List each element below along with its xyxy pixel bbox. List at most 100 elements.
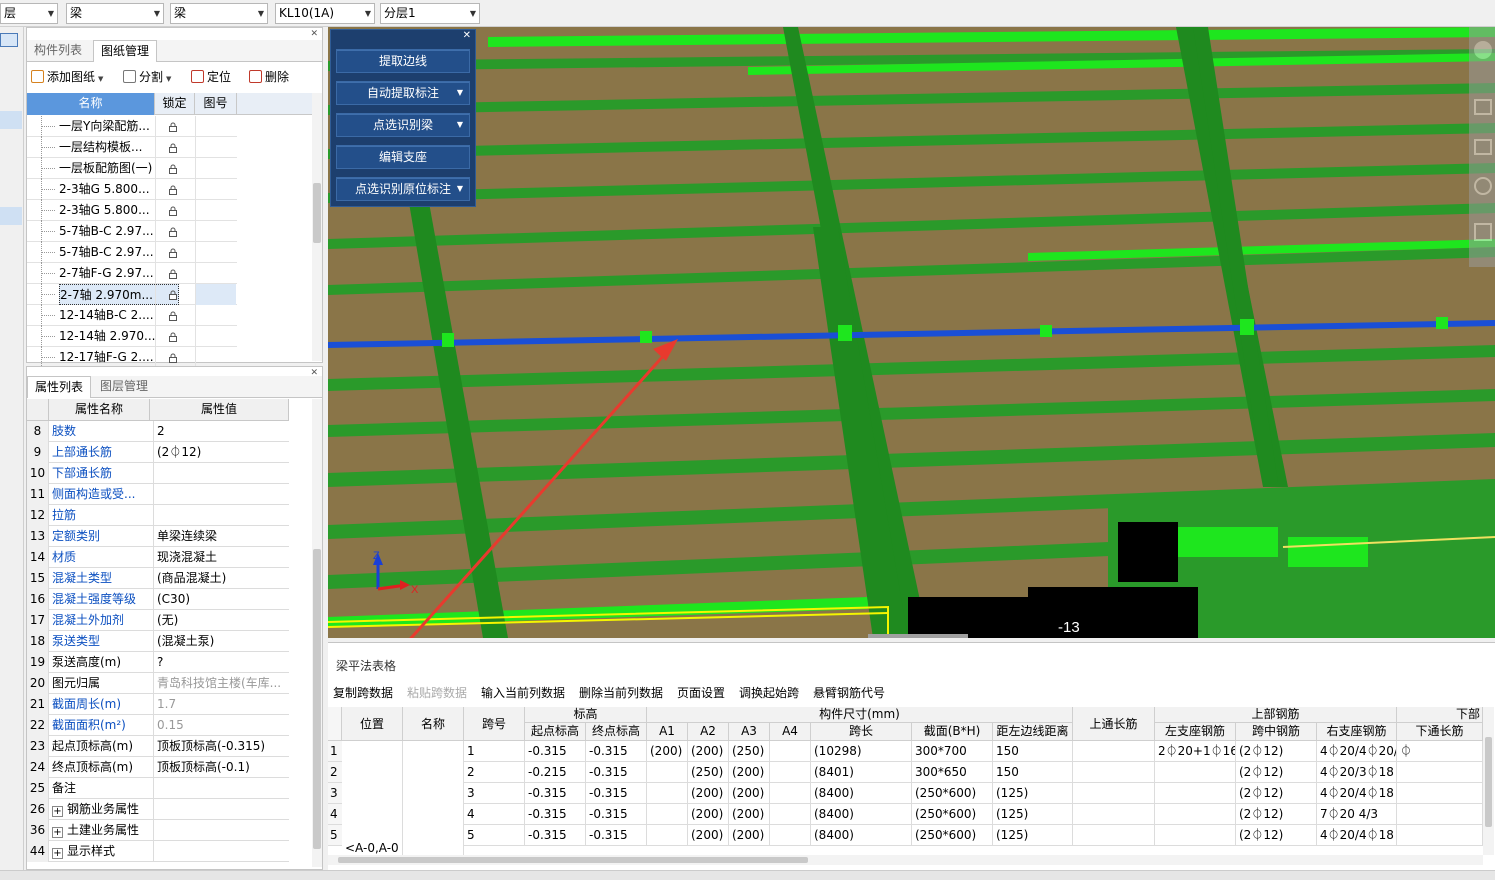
lock-icon[interactable] [169,311,177,321]
table-cell-a1[interactable] [647,762,688,783]
property-value[interactable]: 单梁连续梁 [153,526,287,547]
table-cell-right[interactable]: 4⏀20/3⏀18 [1317,762,1397,783]
table-cell-start[interactable]: -0.315 [525,783,586,804]
table-cell-left[interactable]: 2⏀20+1⏀16 [1155,741,1236,762]
table-cell-a3[interactable]: (200) [729,783,770,804]
table-cell-start[interactable]: -0.215 [525,762,586,783]
cantilever-code-button[interactable]: 悬臂钢筋代号 [813,684,885,701]
table-cell-a3[interactable]: (200) [729,762,770,783]
table-cell-a4[interactable] [770,783,811,804]
property-value[interactable]: ? [153,652,287,673]
col-name[interactable]: 名称 [27,93,155,115]
table-cell-tc[interactable] [1073,762,1155,783]
scrollbar-thumb[interactable] [313,549,321,849]
table-cell-dist[interactable]: (125) [993,804,1073,825]
property-value[interactable]: 2 [153,421,287,442]
delete-button[interactable]: 删除 [249,68,289,86]
drawing-row[interactable]: 2-7轴F-G 2.97... [27,263,237,284]
table-cell-a4[interactable] [770,741,811,762]
component-type-select[interactable]: 梁 ▼ [66,3,164,24]
table-cell-len[interactable]: (8401) [811,762,912,783]
property-row[interactable]: 19 泵送高度(m)? [27,652,289,673]
layer-select[interactable]: 分层1 ▼ [380,3,480,24]
table-cell-bot[interactable] [1397,804,1483,825]
lock-icon[interactable] [169,206,177,216]
pick-recognize-original-annotation-button[interactable]: 点选识别原位标注 ▼ [336,177,470,201]
property-row[interactable]: 9 上部通长筋 (2⏀12) [27,442,289,463]
view-box-icon[interactable] [1474,99,1492,115]
property-value[interactable] [153,778,287,799]
property-value[interactable]: 现浇混凝土 [153,547,287,568]
table-cell-right[interactable]: 4⏀20/4⏀18 [1317,783,1397,804]
expand-icon[interactable]: + [52,806,63,817]
tab-property-list[interactable]: 属性列表 [27,376,92,398]
table-cell-end[interactable]: -0.315 [586,741,647,762]
nav-item-selected[interactable] [0,111,22,129]
table-cell-len[interactable]: (8400) [811,825,912,846]
drawing-row[interactable]: 一层板配筋图(一) [27,158,237,179]
drawing-row[interactable]: 5-7轴B-C 2.97... [27,242,237,263]
table-cell-left[interactable] [1155,804,1236,825]
table-cell-span[interactable]: 1 [464,741,525,762]
table-cell-a3[interactable]: (250) [729,741,770,762]
table-cell-end[interactable]: -0.315 [586,762,647,783]
copy-span-data-button[interactable]: 复制跨数据 [333,684,393,701]
property-value[interactable]: 青岛科技馆主楼(车库... [153,673,287,694]
drawing-row[interactable]: 2-7轴 2.970m... [27,284,237,305]
table-cell-a2[interactable]: (200) [688,804,729,825]
nav-panel-icon[interactable] [0,33,18,47]
property-row[interactable]: 23 起点顶标高(m) 顶板顶标高(-0.315) [27,736,289,757]
table-cell-span[interactable]: 4 [464,804,525,825]
view-scroll-indicator[interactable] [868,634,968,638]
table-cell-a4[interactable] [770,804,811,825]
table-cell-span[interactable]: 3 [464,783,525,804]
property-row[interactable]: 25 备注 [27,778,289,799]
table-cell-left[interactable] [1155,783,1236,804]
property-row[interactable]: 21 截面周长(m) 1.7 [27,694,289,715]
col-lock[interactable]: 锁定 [155,93,195,115]
property-value[interactable]: (C30) [153,589,287,610]
lock-icon[interactable] [169,332,177,342]
component-name-select[interactable]: KL10(1A) ▼ [275,3,375,24]
table-cell-start[interactable]: -0.315 [525,804,586,825]
table-cell-span[interactable]: 2 [464,762,525,783]
orbit-icon[interactable] [1474,41,1492,59]
property-row[interactable]: 10 下部通长筋 [27,463,289,484]
property-value[interactable]: (2⏀12) [153,442,287,463]
table-cell-a2[interactable]: (200) [688,825,729,846]
table-cell-len[interactable]: (8400) [811,783,912,804]
property-row[interactable]: 44 + 显示样式 [27,841,289,862]
property-value[interactable] [153,505,287,526]
table-vertical-scrollbar[interactable] [1483,707,1494,855]
property-value[interactable]: 0.15 [153,715,287,736]
position-cell[interactable]: <A-0,A-0 [342,741,403,855]
rotate-icon[interactable] [1474,177,1492,195]
tab-drawing-management[interactable]: 图纸管理 [93,40,158,62]
lock-icon[interactable] [169,227,177,237]
3d-model-view[interactable]: Z X -13 [328,27,1495,638]
view-tools-strip[interactable] [1469,27,1495,267]
table-cell-a3[interactable]: (200) [729,825,770,846]
table-cell-mid[interactable]: (2⏀12) [1236,741,1317,762]
property-value[interactable]: 顶板顶标高(-0.315) [153,736,287,757]
table-cell-sect[interactable]: 300*650 [912,762,993,783]
property-row[interactable]: 13 定额类别 单梁连续梁 [27,526,289,547]
table-cell-right[interactable]: 4⏀20/4⏀20/ [1317,741,1397,762]
property-scrollbar[interactable] [312,399,322,867]
table-cell-sect[interactable]: (250*600) [912,804,993,825]
property-row[interactable]: 15 混凝土类型 (商品混凝土) [27,568,289,589]
table-cell-len[interactable]: (8400) [811,804,912,825]
drawing-row[interactable]: 一层结构模板... [27,137,237,158]
3d-scene[interactable]: Z X -13 [328,27,1495,638]
table-cell-tc[interactable] [1073,783,1155,804]
lock-icon[interactable] [169,353,177,363]
table-cell-a1[interactable]: (200) [647,741,688,762]
table-cell-a1[interactable] [647,804,688,825]
table-cell-mid[interactable]: (2⏀12) [1236,783,1317,804]
table-cell-sect[interactable]: 300*700 [912,741,993,762]
table-cell-tc[interactable] [1073,741,1155,762]
drawing-list-scrollbar[interactable] [312,93,322,361]
delete-column-data-button[interactable]: 删除当前列数据 [579,684,663,701]
property-value[interactable] [153,484,287,505]
table-cell-sect[interactable]: (250*600) [912,783,993,804]
